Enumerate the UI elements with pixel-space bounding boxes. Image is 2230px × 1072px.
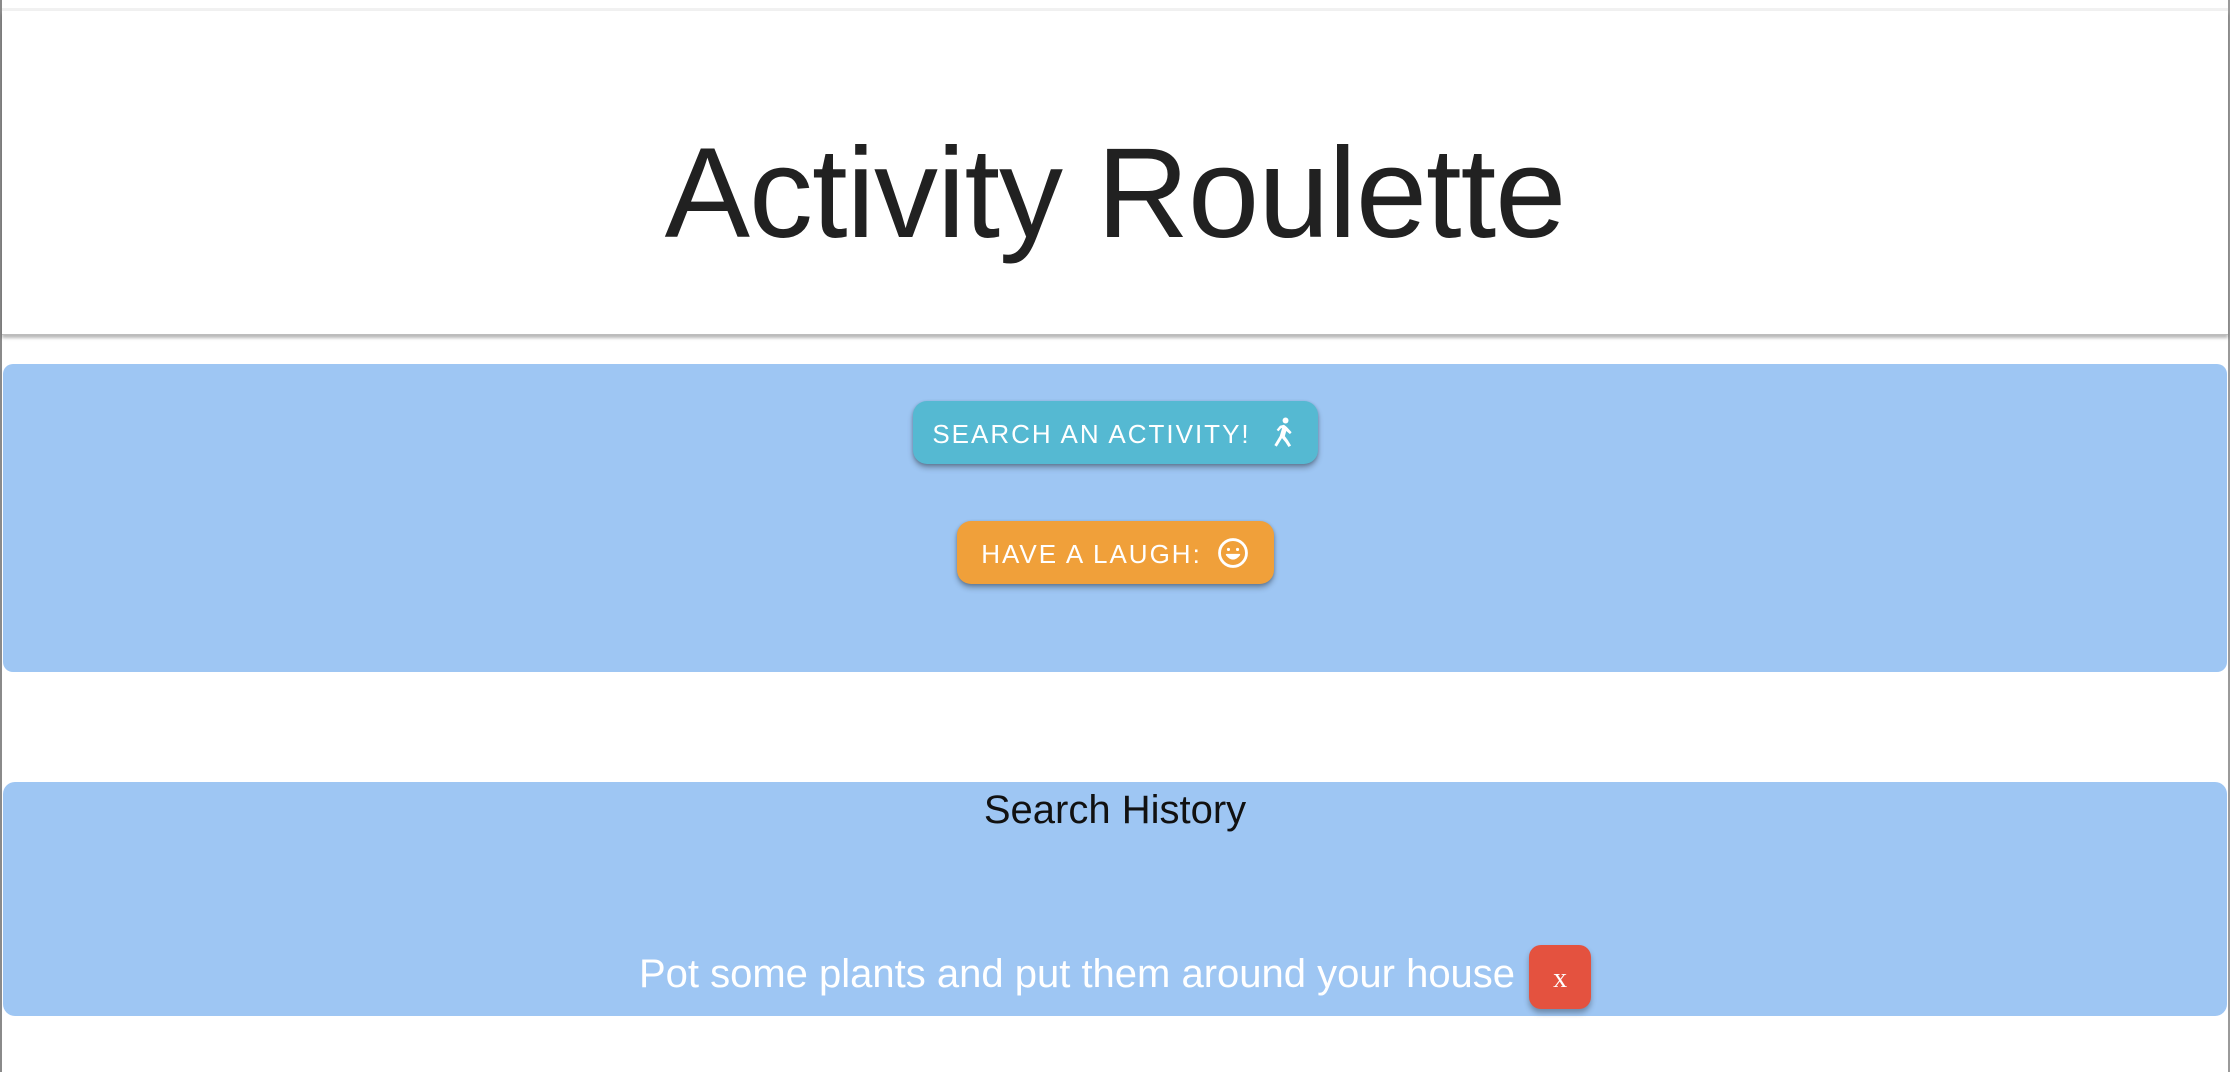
history-list-item: Pot some plants and put them around your… <box>3 939 2227 1009</box>
page-header: Activity Roulette <box>2 11 2228 335</box>
page-title: Activity Roulette <box>664 122 1567 265</box>
person-walking-icon <box>1265 416 1299 450</box>
have-a-laugh-button[interactable]: Have a laugh: <box>957 521 1274 584</box>
actions-panel: Search an activity! Have a laugh: <box>3 364 2227 672</box>
smiley-face-icon <box>1216 536 1250 570</box>
search-activity-button[interactable]: Search an activity! <box>913 401 1318 464</box>
history-item-text[interactable]: Pot some plants and put them around your… <box>639 948 1515 1000</box>
have-a-laugh-label: Have a laugh: <box>981 538 1202 569</box>
search-activity-label: Search an activity! <box>932 418 1251 449</box>
remove-history-item-button[interactable]: x <box>1529 945 1592 1009</box>
app-window: Activity Roulette Search an activity! Ha… <box>0 0 2230 1072</box>
search-history-title: Search History <box>983 788 1247 832</box>
search-history-panel: Search History Pot some plants and put t… <box>3 782 2227 1016</box>
